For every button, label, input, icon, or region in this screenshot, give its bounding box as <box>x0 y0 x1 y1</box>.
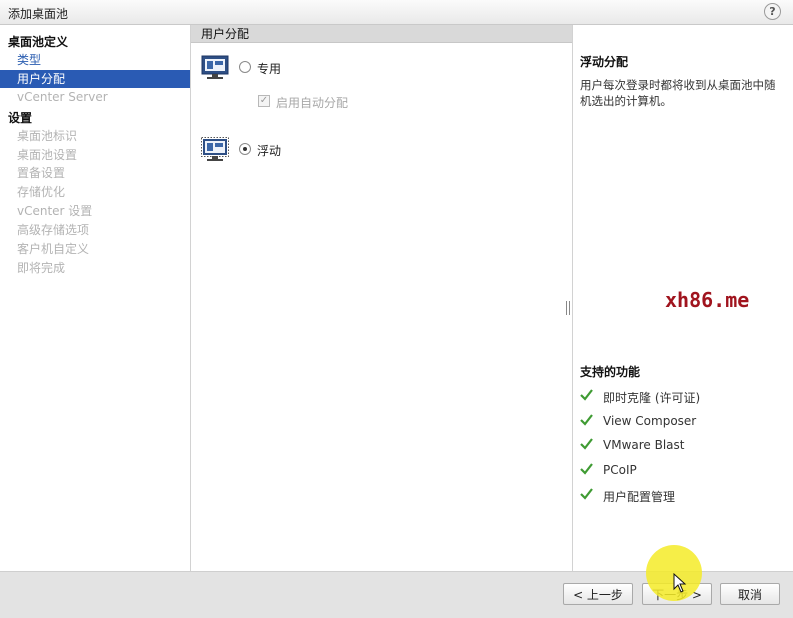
feature-item: 即时克隆 (许可证) <box>580 388 790 406</box>
desktop-pool-icon <box>201 137 229 161</box>
nav-item-guest-customization: 客户机自定义 <box>17 242 90 256</box>
auto-assign-label: 启用自动分配 <box>276 96 349 110</box>
watermark: xh86.me <box>665 288 750 312</box>
feature-label: VMware Blast <box>603 438 685 452</box>
dedicated-label: 专用 <box>257 62 282 76</box>
feature-label: PCoIP <box>603 463 637 477</box>
nav-item-type[interactable]: 类型 <box>0 51 190 69</box>
help-icon[interactable]: ? <box>764 3 781 20</box>
nav-section-header-pool-definition: 桌面池定义 <box>8 35 69 49</box>
check-icon <box>580 389 593 401</box>
info-description: 用户每次登录时都将收到从桌面池中随机选出的计算机。 <box>580 78 776 108</box>
nav-item-user-assignment[interactable]: 用户分配 <box>0 70 190 88</box>
check-icon <box>580 463 593 475</box>
nav-item-pool-identification: 桌面池标识 <box>17 129 78 143</box>
back-button[interactable]: < 上一步 <box>563 583 633 605</box>
info-panel: 浮动分配 用户每次登录时都将收到从桌面池中随机选出的计算机。 xh86.me 支… <box>573 44 793 571</box>
nav-item-storage-optimization: 存储优化 <box>17 185 66 199</box>
feature-label: View Composer <box>603 414 697 428</box>
dedicated-radio[interactable] <box>239 61 251 73</box>
floating-label: 浮动 <box>257 144 282 158</box>
panel-header: 用户分配 <box>191 25 572 43</box>
check-icon <box>580 488 593 500</box>
mouse-cursor-icon <box>673 573 687 593</box>
nav-item-pool-settings: 桌面池设置 <box>17 148 78 162</box>
nav-section-header-settings: 设置 <box>8 111 33 125</box>
window-title: 添加桌面池 <box>8 7 69 21</box>
nav-item-advanced-storage: 高级存储选项 <box>17 223 90 237</box>
nav-item-vcenter-settings: vCenter 设置 <box>17 204 93 218</box>
title-bar: 添加桌面池 ? <box>0 0 793 25</box>
feature-label: 即时克隆 (许可证) <box>603 391 701 405</box>
nav-item-provisioning-settings: 置备设置 <box>17 166 66 180</box>
check-icon <box>580 438 593 450</box>
info-title: 浮动分配 <box>580 55 629 69</box>
wizard-steps-nav: 桌面池定义 类型 用户分配 vCenter Server 设置 桌面池标识 桌面… <box>0 25 191 571</box>
feature-item: 用户配置管理 <box>580 487 790 505</box>
check-icon <box>580 414 593 426</box>
features-title: 支持的功能 <box>580 365 641 379</box>
auto-assign-checkbox: ✓ <box>258 95 270 107</box>
feature-item: VMware Blast <box>580 437 790 455</box>
user-assignment-panel: 用户分配 专用 ✓ 启用自动分配 浮动 <box>191 25 573 571</box>
cancel-button[interactable]: 取消 <box>720 583 780 605</box>
floating-radio[interactable] <box>239 143 251 155</box>
feature-label: 用户配置管理 <box>603 490 676 504</box>
desktop-pool-icon <box>201 55 229 79</box>
info-panel-top <box>573 25 793 44</box>
nav-item-ready-to-complete: 即将完成 <box>17 261 66 275</box>
splitter-handle[interactable] <box>566 301 570 315</box>
nav-item-vcenter-server: vCenter Server <box>17 90 108 104</box>
feature-item: PCoIP <box>580 462 790 480</box>
feature-item: View Composer <box>580 413 790 431</box>
